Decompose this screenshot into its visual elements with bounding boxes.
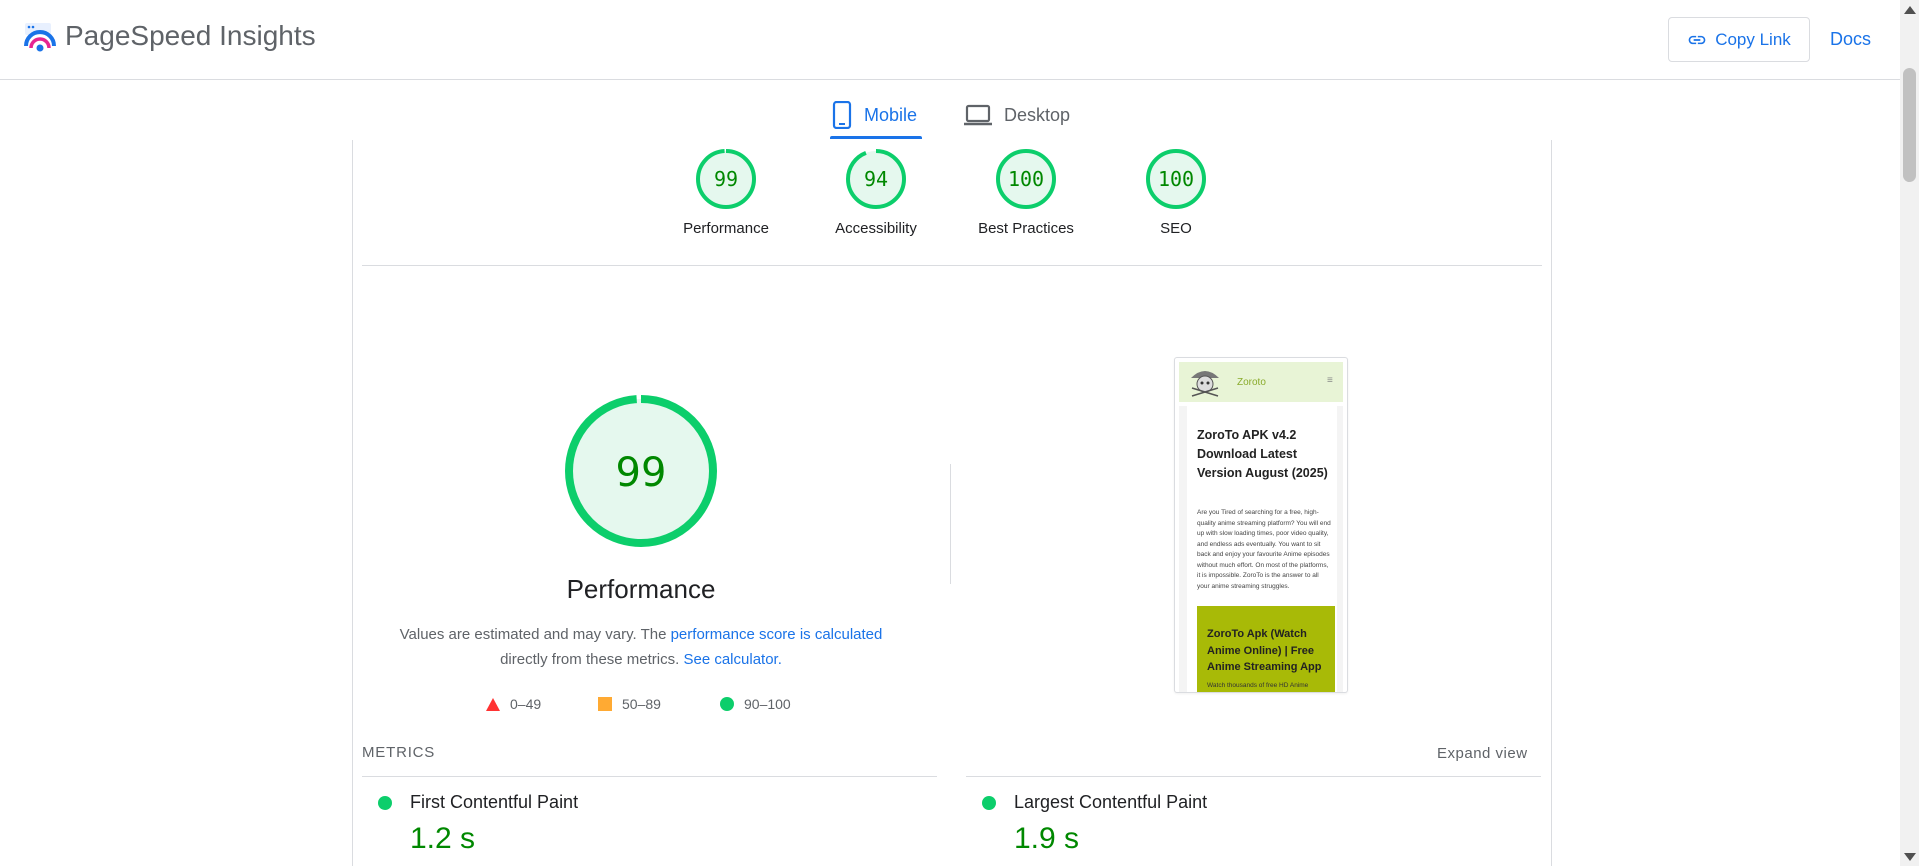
- expand-view-toggle[interactable]: Expand view: [1437, 745, 1528, 762]
- final-screenshot[interactable]: Zoroto ≡ ZoroTo APK v4.2 Download Latest…: [1174, 357, 1348, 693]
- screenshot-brand: Zoroto: [1237, 377, 1266, 388]
- screenshot-header: Zoroto ≡: [1179, 362, 1343, 402]
- smartphone-icon: [832, 101, 852, 129]
- gauge-label: Best Practices: [978, 220, 1074, 237]
- gauge-score: 100: [1008, 167, 1044, 191]
- section-divider: [950, 464, 951, 584]
- category-gauges: 99 Performance 94 Accessibility 100 Best…: [362, 140, 1542, 266]
- gauge-seo[interactable]: 100 SEO: [1111, 148, 1241, 237]
- gauge-ring: 100: [1146, 149, 1206, 209]
- gauge-label: Performance: [683, 220, 769, 237]
- desc-text: Values are estimated and may vary. The: [399, 626, 671, 643]
- divider: [362, 776, 937, 777]
- score-legend: 0–49 50–89 90–100: [486, 696, 816, 718]
- gauge-score: 99: [714, 167, 738, 191]
- scroll-up-arrow-icon[interactable]: [1904, 6, 1916, 14]
- gauge-label: SEO: [1160, 220, 1192, 237]
- see-calculator-link[interactable]: See calculator.: [683, 651, 781, 668]
- gauge-ring: 99: [696, 149, 756, 209]
- legend-label: 0–49: [510, 696, 542, 712]
- screenshot-box-heading: ZoroTo Apk (Watch Anime Online) | Free A…: [1207, 628, 1322, 673]
- screenshot-card: ZoroTo APK v4.2 Download Latest Version …: [1187, 406, 1337, 692]
- score-calculated-link[interactable]: performance score is calculated: [671, 626, 883, 643]
- screenshot-paragraph: Are you Tired of searching for a free, h…: [1197, 509, 1331, 590]
- desc-text-2: directly from these metrics.: [500, 651, 680, 668]
- square-icon: [598, 697, 612, 711]
- docs-link[interactable]: Docs: [1830, 29, 1871, 50]
- gauge-best-practices[interactable]: 100 Best Practices: [961, 148, 1091, 237]
- performance-gauge-large: 99: [565, 395, 717, 547]
- screenshot-heading: ZoroTo APK v4.2 Download Latest Version …: [1197, 428, 1328, 480]
- pass-circle-icon: [378, 796, 392, 810]
- hamburger-menu-icon: ≡: [1327, 375, 1333, 386]
- triangle-icon: [486, 697, 500, 711]
- gauge-performance[interactable]: 99 Performance: [661, 148, 791, 237]
- gauge-accessibility[interactable]: 94 Accessibility: [811, 148, 941, 237]
- tab-desktop-label: Desktop: [1004, 104, 1071, 125]
- performance-title: Performance: [566, 574, 716, 604]
- laptop-icon: [964, 104, 992, 126]
- copy-link-button[interactable]: Copy Link: [1668, 17, 1810, 62]
- performance-description: Values are estimated and may vary. The p…: [392, 622, 890, 672]
- screenshot-box-text: Watch thousands of free HD Anime: [1207, 682, 1309, 689]
- metric-value: 1.2 s: [410, 822, 476, 855]
- legend-fail: 0–49: [486, 696, 541, 712]
- metric-name: First Contentful Paint: [410, 792, 579, 812]
- tab-mobile-label: Mobile: [864, 104, 918, 125]
- copy-link-label: Copy Link: [1715, 29, 1791, 49]
- performance-score: 99: [616, 450, 667, 496]
- scroll-down-arrow-icon[interactable]: [1904, 853, 1916, 861]
- top-bar: PageSpeed Insights Copy Link Docs: [0, 0, 1900, 80]
- brand-title[interactable]: PageSpeed Insights: [65, 20, 316, 52]
- pass-circle-icon: [982, 796, 996, 810]
- device-tabs: Mobile Desktop: [0, 80, 1900, 140]
- pirate-skull-logo-icon: [1191, 371, 1219, 397]
- page-scrollbar[interactable]: [1900, 0, 1919, 866]
- legend-label: 50–89: [622, 696, 661, 712]
- divider: [966, 776, 1541, 777]
- pagespeed-logo-icon[interactable]: [24, 22, 56, 54]
- scrollbar-thumb[interactable]: [1903, 68, 1916, 182]
- metrics-heading: METRICS: [362, 744, 436, 761]
- gauge-label: Accessibility: [835, 220, 917, 237]
- gauge-ring: 94: [846, 149, 906, 209]
- gauge-score: 94: [864, 167, 888, 191]
- metric-value: 1.9 s: [1014, 822, 1080, 855]
- active-tab-indicator: [830, 136, 922, 139]
- screenshot-body: ZoroTo APK v4.2 Download Latest Version …: [1179, 406, 1343, 692]
- legend-pass: 90–100: [720, 696, 791, 712]
- gauge-score: 100: [1158, 167, 1194, 191]
- tab-desktop[interactable]: Desktop: [964, 90, 1084, 140]
- link-icon: [1688, 35, 1706, 44]
- metric-name: Largest Contentful Paint: [1014, 792, 1208, 812]
- gauge-ring: 100: [996, 149, 1056, 209]
- legend-average: 50–89: [598, 696, 661, 712]
- circle-icon: [720, 697, 734, 711]
- legend-label: 90–100: [744, 696, 791, 712]
- tab-mobile[interactable]: Mobile: [830, 90, 922, 140]
- screenshot-highlight-box: ZoroTo Apk (Watch Anime Online) | Free A…: [1197, 606, 1335, 692]
